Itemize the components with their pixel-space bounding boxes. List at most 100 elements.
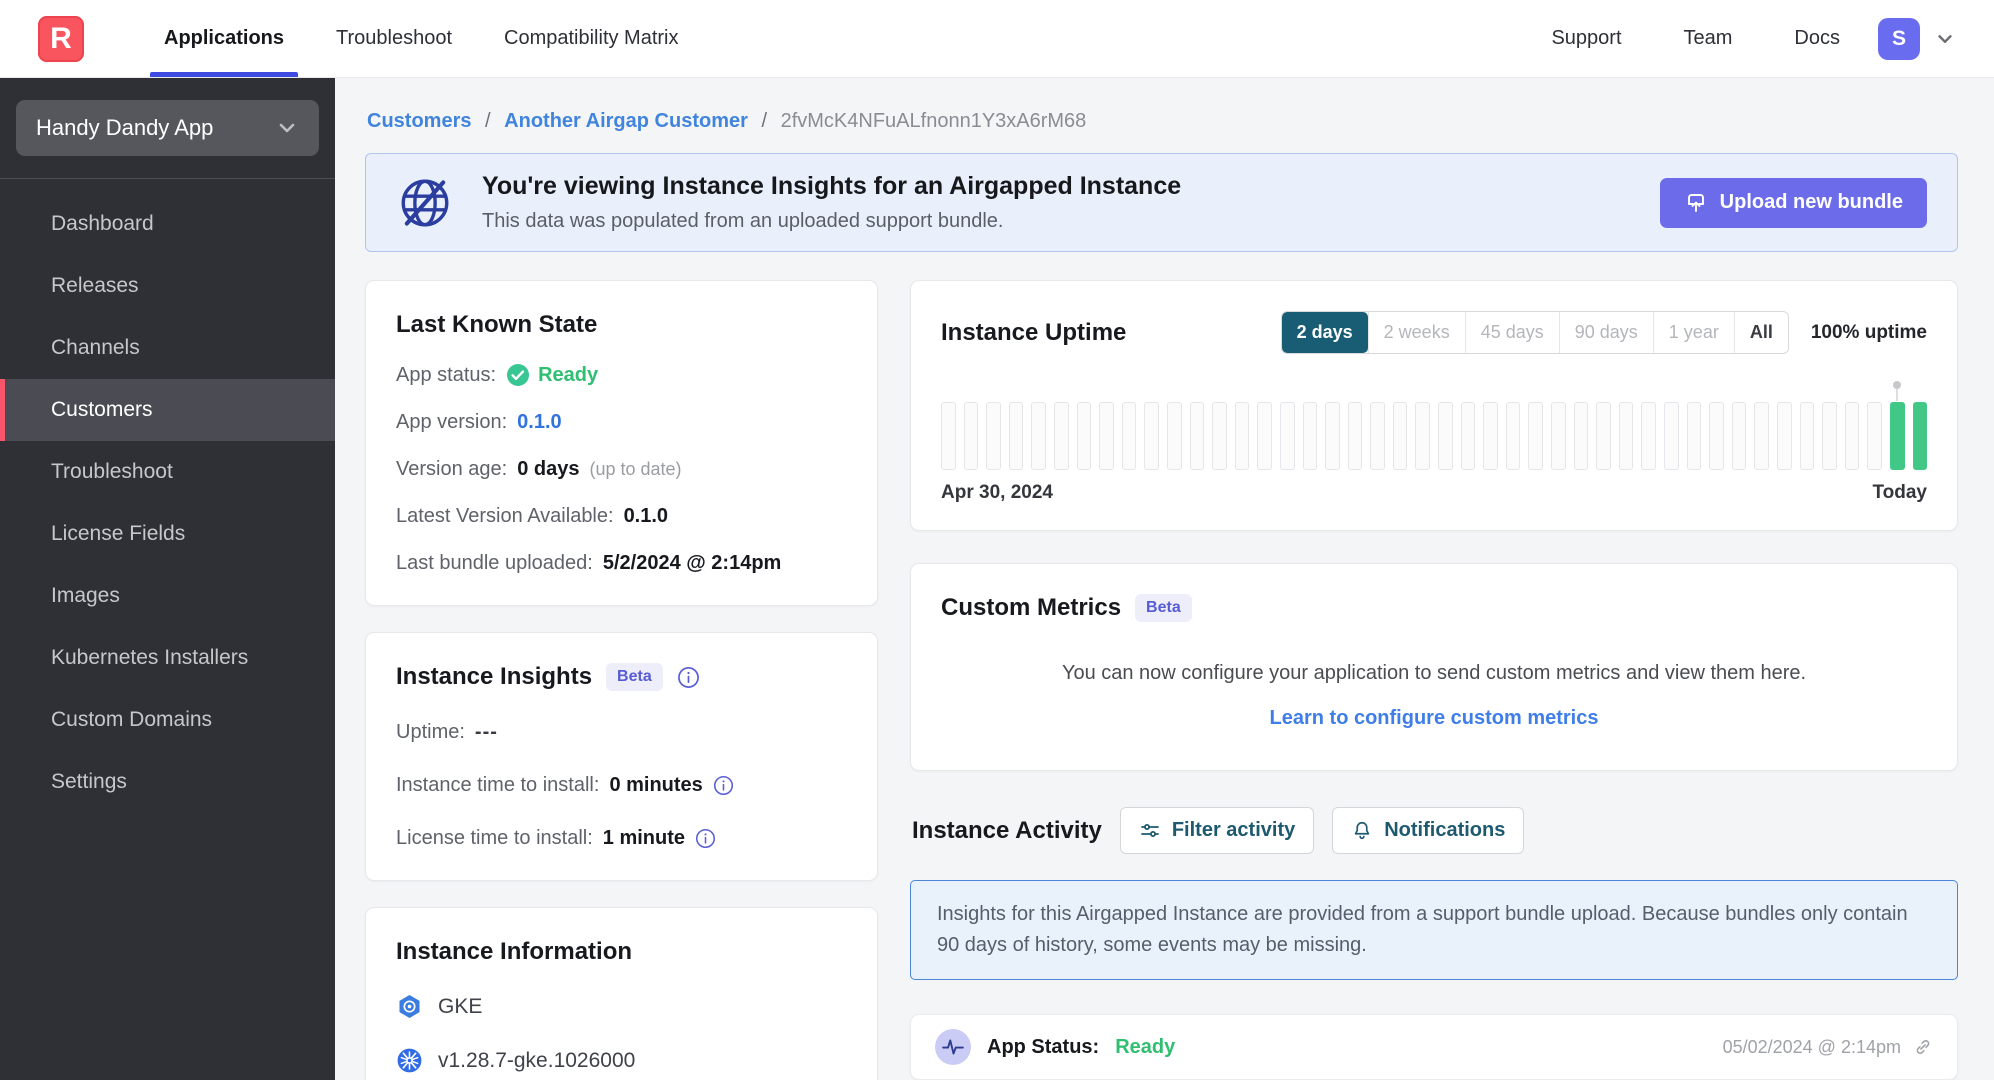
- sidebar-item-custom-domains[interactable]: Custom Domains: [0, 689, 335, 751]
- uptime-bar[interactable]: [1799, 402, 1815, 470]
- uptime-bar[interactable]: [1844, 402, 1860, 470]
- uptime-bar[interactable]: [1302, 402, 1318, 470]
- nav-applications[interactable]: Applications: [142, 0, 306, 77]
- sidebar-item-images[interactable]: Images: [0, 565, 335, 627]
- uptime-bar[interactable]: [1754, 402, 1769, 470]
- range-2-weeks[interactable]: 2 weeks: [1367, 312, 1465, 353]
- uptime-bar[interactable]: [1212, 402, 1227, 470]
- uptime-bar[interactable]: [1551, 402, 1566, 470]
- range-45-days[interactable]: 45 days: [1464, 312, 1559, 353]
- gke-icon: [396, 993, 423, 1020]
- latest-version-value: 0.1.0: [623, 505, 669, 527]
- sidebar-item-settings[interactable]: Settings: [0, 751, 335, 813]
- uptime-bar[interactable]: [1076, 402, 1092, 470]
- range-all[interactable]: All: [1733, 312, 1788, 353]
- sidebar-item-customers[interactable]: Customers: [0, 379, 335, 441]
- chevron-down-icon[interactable]: [1934, 28, 1956, 50]
- uptime-bar[interactable]: [963, 402, 979, 470]
- info-icon[interactable]: [713, 775, 734, 796]
- left-column: Last Known State App status: Ready App v…: [365, 280, 878, 1080]
- sidebar-item-troubleshoot[interactable]: Troubleshoot: [0, 441, 335, 503]
- range-1-year[interactable]: 1 year: [1652, 312, 1734, 353]
- uptime-bar[interactable]: [1144, 402, 1159, 470]
- uptime-bar[interactable]: [1031, 402, 1046, 470]
- breadcrumb-customers[interactable]: Customers: [367, 110, 471, 132]
- uptime-bar[interactable]: [1234, 402, 1250, 470]
- nav-support[interactable]: Support: [1527, 27, 1645, 50]
- uptime-bar[interactable]: [1279, 402, 1295, 470]
- info-icon[interactable]: [695, 828, 716, 849]
- custom-metrics-body: You can now configure your application t…: [1061, 662, 1807, 684]
- uptime-bar[interactable]: [1099, 402, 1114, 470]
- nav-compatibility-matrix[interactable]: Compatibility Matrix: [482, 0, 700, 77]
- banner-title: You're viewing Instance Insights for an …: [482, 172, 1182, 200]
- uptime-bar[interactable]: [1776, 402, 1792, 470]
- nav-team[interactable]: Team: [1660, 27, 1757, 50]
- uptime-bar[interactable]: [1867, 402, 1882, 470]
- uptime-bar[interactable]: [1889, 381, 1905, 470]
- uptime-bar[interactable]: [1347, 402, 1363, 470]
- nav-docs[interactable]: Docs: [1770, 27, 1864, 50]
- replicated-logo[interactable]: R: [38, 15, 84, 62]
- breadcrumb-customer-name[interactable]: Another Airgap Customer: [504, 110, 748, 132]
- secondary-nav: Support Team Docs S: [1527, 0, 1956, 77]
- uptime-bar[interactable]: [1731, 402, 1747, 470]
- uptime-bar[interactable]: [1370, 402, 1385, 470]
- uptime-bar[interactable]: [1415, 402, 1431, 470]
- info-icon[interactable]: [677, 666, 700, 689]
- airgap-history-notice: Insights for this Airgapped Instance are…: [910, 880, 1958, 980]
- banner-text: You're viewing Instance Insights for an …: [482, 172, 1181, 233]
- uptime-bar[interactable]: [1528, 402, 1544, 470]
- uptime-bar[interactable]: [1664, 402, 1679, 470]
- filter-activity-button[interactable]: Filter activity: [1119, 807, 1315, 854]
- app-version-link[interactable]: 0.1.0: [517, 411, 561, 434]
- uptime-bar[interactable]: [1641, 402, 1656, 470]
- configure-custom-metrics-link[interactable]: Learn to configure custom metrics: [941, 707, 1927, 730]
- uptime-bar[interactable]: [1008, 402, 1024, 470]
- uptime-bar[interactable]: [1460, 402, 1476, 470]
- app-selector-dropdown[interactable]: Handy Dandy App: [16, 100, 319, 156]
- uptime-bar[interactable]: [1325, 402, 1340, 470]
- right-column: Instance Uptime 2 days 2 weeks 45 days 9…: [910, 280, 1958, 1080]
- uptime-bar[interactable]: [1505, 402, 1521, 470]
- uptime-bar[interactable]: [1596, 402, 1611, 470]
- uptime-bar[interactable]: [1189, 402, 1205, 470]
- upload-new-bundle-button[interactable]: Upload new bundle: [1659, 177, 1927, 228]
- app-version-label: App version:: [396, 411, 508, 433]
- sidebar-item-channels[interactable]: Channels: [0, 317, 335, 379]
- user-avatar[interactable]: S: [1878, 17, 1920, 60]
- sidebar-item-releases[interactable]: Releases: [0, 255, 335, 317]
- link-icon[interactable]: [1913, 1037, 1933, 1057]
- sidebar-item-kubernetes-installers[interactable]: Kubernetes Installers: [0, 627, 335, 689]
- uptime-bar[interactable]: [1573, 402, 1589, 470]
- uptime-start-label: Apr 30, 2024: [941, 482, 1053, 503]
- uptime-bar[interactable]: [1686, 402, 1702, 470]
- sidebar-item-license-fields[interactable]: License Fields: [0, 503, 335, 565]
- license-time-label: License time to install:: [396, 827, 593, 849]
- range-90-days[interactable]: 90 days: [1558, 312, 1653, 353]
- uptime-bar[interactable]: [1709, 402, 1724, 470]
- uptime-bar[interactable]: [1121, 402, 1137, 470]
- notifications-button[interactable]: Notifications: [1332, 807, 1525, 854]
- uptime-bar[interactable]: [1912, 402, 1928, 470]
- uptime-end-label: Today: [1872, 482, 1927, 503]
- uptime-bar[interactable]: [1483, 402, 1498, 470]
- uptime-bar[interactable]: [1438, 402, 1453, 470]
- uptime-bar[interactable]: [941, 402, 956, 470]
- uptime-bar[interactable]: [986, 402, 1001, 470]
- banner-subtitle: This data was populated from an uploaded…: [482, 210, 1004, 232]
- activity-row[interactable]: App Status: Ready 05/02/2024 @ 2:14pm: [910, 1014, 1958, 1080]
- uptime-bar[interactable]: [1618, 402, 1634, 470]
- sidebar-item-dashboard[interactable]: Dashboard: [0, 193, 335, 255]
- nav-troubleshoot[interactable]: Troubleshoot: [314, 0, 474, 77]
- uptime-bar[interactable]: [1257, 402, 1272, 470]
- distribution-value: GKE: [438, 994, 483, 1018]
- uptime-bar[interactable]: [1392, 402, 1408, 470]
- filter-sliders-icon: [1139, 820, 1161, 842]
- uptime-bar[interactable]: [1166, 402, 1182, 470]
- upload-button-label: Upload new bundle: [1719, 191, 1903, 213]
- uptime-bar[interactable]: [1822, 402, 1837, 470]
- uptime-bar[interactable]: [1053, 402, 1069, 470]
- range-2-days[interactable]: 2 days: [1281, 312, 1368, 353]
- chevron-down-icon: [275, 116, 299, 140]
